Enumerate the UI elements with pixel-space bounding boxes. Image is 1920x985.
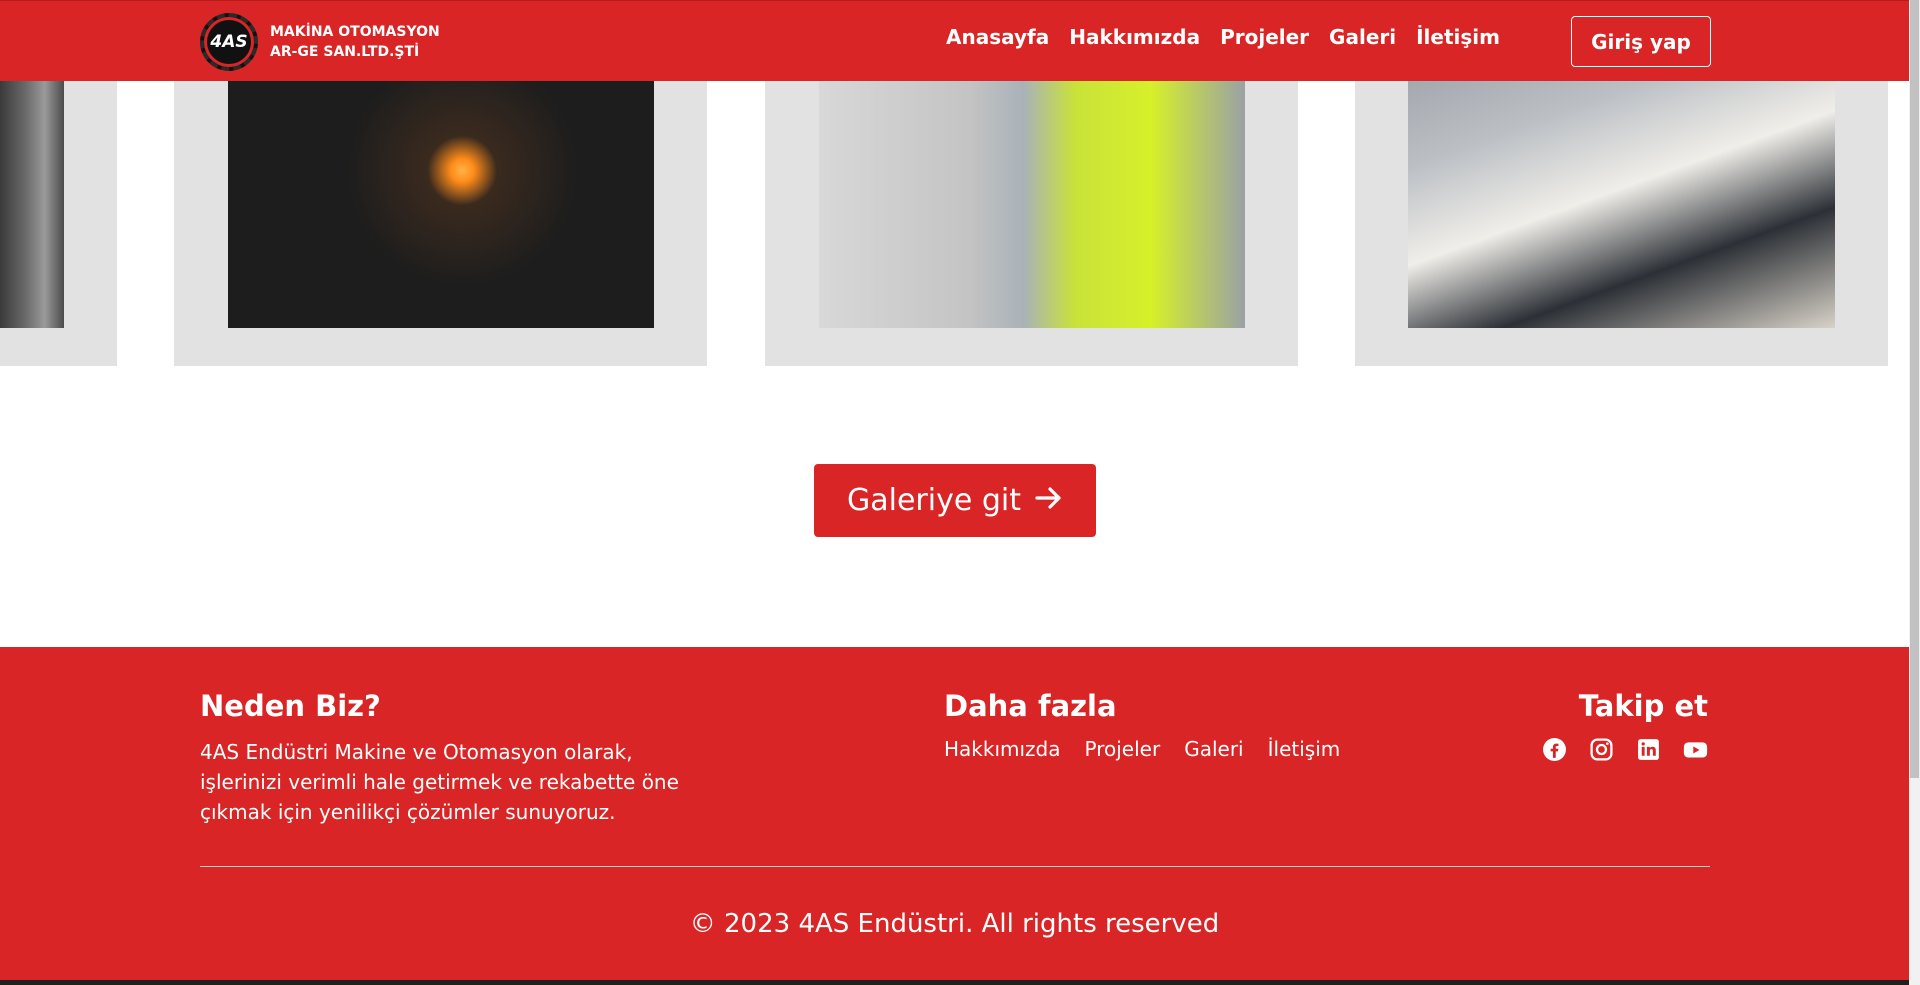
brand-line1: MAKİNA OTOMASYON: [270, 24, 440, 40]
nav-link-hakkimizda[interactable]: Hakkımızda: [1069, 25, 1200, 49]
social-links: [1542, 737, 1708, 762]
brand-line2: AR-GE SAN.LTD.ŞTİ: [270, 44, 420, 60]
brand-text: MAKİNA OTOMASYON AR-GE SAN.LTD.ŞTİ: [270, 22, 440, 62]
footer-link-iletisim[interactable]: İletişim: [1268, 737, 1341, 761]
footer-why-title: Neden Biz?: [200, 689, 381, 723]
gallery-cta-label: Galeriye git: [847, 483, 1021, 518]
window-bottom-edge: [0, 980, 1909, 985]
footer-link-projeler[interactable]: Projeler: [1085, 737, 1161, 761]
nav-link-projeler[interactable]: Projeler: [1220, 25, 1309, 49]
footer-why-section: Neden Biz? 4AS Endüstri Makine ve Otomas…: [200, 689, 720, 827]
footer-follow-title: Takip et: [1578, 689, 1708, 723]
gallery-cta-button[interactable]: Galeriye git: [814, 464, 1096, 537]
main-nav: Anasayfa Hakkımızda Projeler Galeri İlet…: [946, 25, 1500, 49]
arrow-right-icon: [1035, 483, 1063, 518]
footer-link-hakkimizda[interactable]: Hakkımızda: [944, 737, 1061, 761]
company-logo: 4AS: [200, 13, 258, 71]
footer-divider: [200, 866, 1710, 867]
footer: Neden Biz? 4AS Endüstri Makine ve Otomas…: [0, 647, 1909, 985]
nav-link-anasayfa[interactable]: Anasayfa: [946, 25, 1049, 49]
footer-link-galeri[interactable]: Galeri: [1184, 737, 1243, 761]
page-scrollbar-thumb[interactable]: [1910, 0, 1919, 778]
brand[interactable]: 4AS MAKİNA OTOMASYON AR-GE SAN.LTD.ŞTİ: [200, 13, 440, 71]
instagram-icon[interactable]: [1589, 737, 1614, 762]
copyright-text: © 2023 4AS Endüstri. All rights reserved: [689, 909, 1220, 939]
footer-more-title: Daha fazla: [944, 689, 1117, 723]
nav-link-iletisim[interactable]: İletişim: [1416, 25, 1500, 49]
youtube-icon[interactable]: [1683, 737, 1708, 762]
footer-more-section: Daha fazla Hakkımızda Projeler Galeri İl…: [944, 689, 1340, 761]
footer-why-text: 4AS Endüstri Makine ve Otomasyon olarak,…: [200, 740, 679, 824]
footer-follow-section: Takip et: [1542, 689, 1708, 762]
footer-links: Hakkımızda Projeler Galeri İletişim: [944, 737, 1340, 761]
logo-text: 4AS: [210, 32, 248, 52]
nav-link-galeri[interactable]: Galeri: [1329, 25, 1396, 49]
linkedin-icon[interactable]: [1636, 737, 1661, 762]
facebook-icon[interactable]: [1542, 737, 1567, 762]
login-button[interactable]: Giriş yap: [1571, 16, 1711, 67]
navbar: 4AS MAKİNA OTOMASYON AR-GE SAN.LTD.ŞTİ A…: [0, 0, 1909, 81]
